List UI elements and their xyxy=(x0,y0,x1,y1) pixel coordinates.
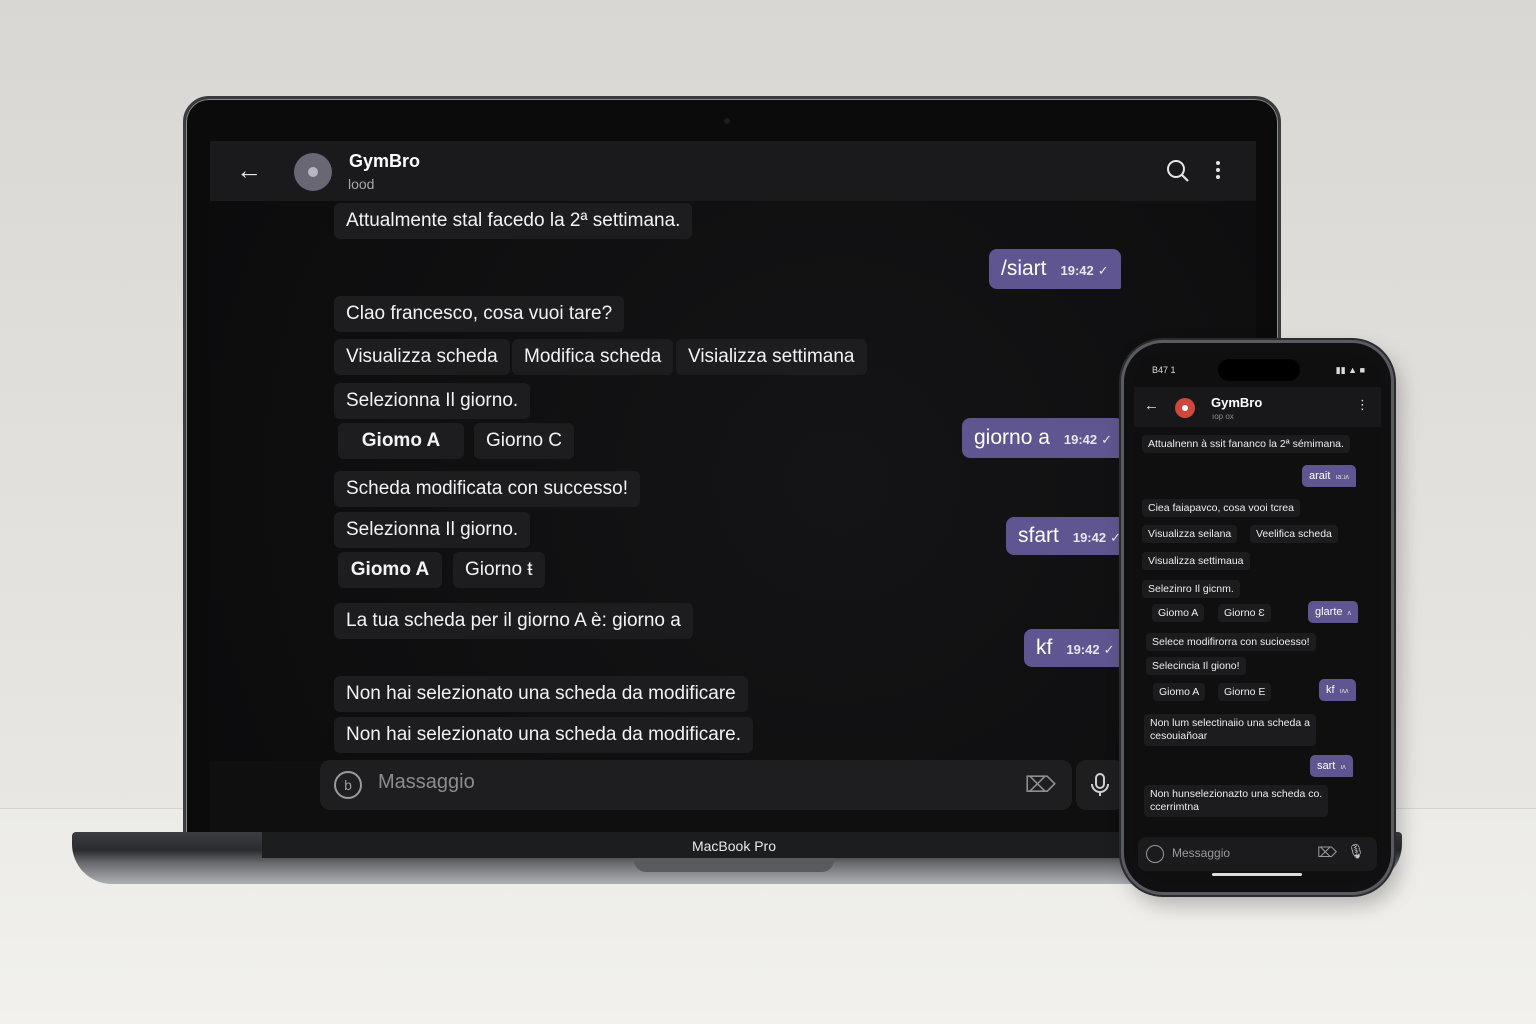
message-time: 19:42 xyxy=(1066,642,1100,657)
incoming-message: Non hai selezionato una scheda da modifi… xyxy=(334,717,754,753)
outgoing-message: sfart 19:42 ✓ xyxy=(1006,517,1133,555)
incoming-message: Clao francesco, cosa vuoi tare? xyxy=(334,296,625,332)
inline-button-giorno-c[interactable]: Giorno C xyxy=(474,423,575,459)
message-list: Attualmente stal facedo la 2ª settimana.… xyxy=(210,201,1256,761)
chat-title: GymBro xyxy=(1211,395,1263,410)
microphone-icon[interactable]: 🎙 xyxy=(1347,843,1365,860)
outgoing-message: glarte ʌ xyxy=(1308,601,1359,623)
home-indicator xyxy=(1212,873,1302,876)
inline-button[interactable]: Veelifica scheda xyxy=(1250,525,1338,543)
inline-button[interactable]: Giorno E xyxy=(1218,683,1272,701)
message-text: sfart xyxy=(1018,524,1059,547)
microphone-button[interactable] xyxy=(1076,760,1124,810)
attach-icon[interactable]: ⌦ xyxy=(1317,844,1337,861)
inline-button[interactable]: Giorno Ɛ xyxy=(1218,604,1271,622)
inline-button-giorno-a[interactable]: Giomo A xyxy=(338,552,442,588)
inline-button-visualizza-scheda[interactable]: Visualizza scheda xyxy=(334,339,510,375)
outgoing-message: /siart 19:42 ✓ xyxy=(989,249,1121,289)
avatar[interactable] xyxy=(1175,398,1195,418)
message-text: giorno a xyxy=(974,426,1050,449)
camera xyxy=(724,118,730,124)
dynamic-island xyxy=(1218,359,1300,381)
outgoing-message: giorno a 19:42 ✓ xyxy=(962,418,1125,458)
phone-screen: B47 1 ▮▮ ▲ ■ ← GymBro ıop ox ⋮ Attualnen… xyxy=(1134,353,1381,882)
incoming-message: Selezinro Il gicnm. xyxy=(1142,580,1240,598)
incoming-message: La tua scheda per il giorno A è: giorno … xyxy=(334,603,693,639)
inline-button-visualizza-settimana[interactable]: Visializza settimana xyxy=(676,339,867,375)
sticker-icon[interactable]: b xyxy=(334,771,362,799)
inline-button[interactable]: Visualizza seilana xyxy=(1142,525,1238,543)
laptop-brand-label: MacBook Pro xyxy=(691,838,777,854)
outgoing-message: sart ıʌ xyxy=(1310,755,1353,777)
laptop-screen: ← GymBro lood Attualmente stal facedo la… xyxy=(210,141,1256,833)
inline-button[interactable]: Giomo A xyxy=(1152,604,1205,622)
message-time: ıa:ɹʌ xyxy=(1335,474,1350,481)
message-text: arait xyxy=(1309,470,1331,482)
chat-subtitle: ıop ox xyxy=(1212,412,1234,421)
more-menu-icon[interactable]: ⋮ xyxy=(1356,397,1369,413)
incoming-message: Non lum selectinaiio una scheda a cesouia… xyxy=(1144,714,1316,746)
read-check-icon: ✓ xyxy=(1110,530,1121,545)
phone-chat-header: ← GymBro ıop ox ⋮ xyxy=(1134,387,1381,427)
read-check-icon: ✓ xyxy=(1103,642,1115,657)
message-time: 19:42 xyxy=(1072,530,1107,545)
status-time: B47 1 xyxy=(1152,365,1176,375)
outgoing-message: kf ıʌʌ xyxy=(1319,679,1356,701)
message-time: ʌ xyxy=(1347,610,1352,617)
message-composer[interactable]: Messaggio ⌦ 🎙 xyxy=(1138,837,1377,871)
chat-subtitle: lood xyxy=(348,176,375,192)
incoming-message: Selece modifirorra con sucioesso! xyxy=(1146,633,1316,651)
attach-icon[interactable]: ⌦ xyxy=(1025,772,1056,798)
sticker-icon[interactable] xyxy=(1146,845,1164,863)
message-time: 19:42 xyxy=(1063,432,1098,447)
incoming-message: Visualizza settimaua xyxy=(1142,552,1250,570)
inline-button[interactable]: Giomo A xyxy=(1153,683,1206,701)
status-icons: ▮▮ ▲ ■ xyxy=(1335,365,1365,375)
incoming-message: Attualmente stal facedo la 2ª settimana. xyxy=(334,203,693,239)
inline-button-giorno-e[interactable]: Giorno ŧ xyxy=(453,552,545,588)
message-text: glarte xyxy=(1315,606,1343,618)
message-text: kf xyxy=(1326,684,1335,696)
inline-button-modifica-scheda[interactable]: Modifica scheda xyxy=(512,339,674,375)
message-time: ıʌ xyxy=(1340,764,1346,771)
incoming-message: Selecincia Il giono! xyxy=(1146,657,1246,675)
avatar[interactable] xyxy=(294,153,332,191)
outgoing-message: kf 19:42 ✓ xyxy=(1024,629,1127,667)
incoming-message: Non hunselezionazto una scheda co. ccerri… xyxy=(1144,785,1329,817)
message-text: /siart xyxy=(1001,257,1047,280)
inline-button-giorno-a[interactable]: Giomo A xyxy=(338,423,464,459)
message-time: ıʌʌ xyxy=(1339,688,1349,695)
search-icon[interactable] xyxy=(1165,158,1191,184)
incoming-message: Attualnenn à ssit fananco la 2ª sémimana… xyxy=(1142,435,1350,453)
more-menu-icon[interactable] xyxy=(1210,158,1236,184)
message-text: sart xyxy=(1317,760,1336,772)
chat-header: ← GymBro lood xyxy=(210,141,1256,201)
outgoing-message: arait ıa:ɹʌ xyxy=(1302,465,1357,487)
microphone-icon xyxy=(1091,773,1109,796)
chat-title: GymBro xyxy=(349,151,421,171)
message-input[interactable]: Messaggio xyxy=(1172,846,1230,860)
incoming-message: Non hai selezionato una scheda da modifi… xyxy=(334,676,748,712)
back-arrow-icon[interactable]: ← xyxy=(236,157,262,183)
message-input[interactable]: Massaggio xyxy=(378,771,475,794)
back-arrow-icon[interactable]: ← xyxy=(1144,397,1159,414)
incoming-message: Selezionna Il giorno. xyxy=(334,512,531,548)
read-check-icon: ✓ xyxy=(1097,263,1109,278)
read-check-icon: ✓ xyxy=(1101,432,1113,447)
incoming-message: Scheda modificata con successo! xyxy=(334,471,640,507)
message-text: kf xyxy=(1036,636,1053,659)
message-composer[interactable]: b Massaggio ⌦ xyxy=(320,760,1072,810)
incoming-message: Selezionna Il giorno. xyxy=(334,383,531,419)
incoming-message: Ciea faiapavco, cosa vooi tcrea xyxy=(1142,499,1300,517)
phone: B47 1 ▮▮ ▲ ■ ← GymBro ıop ox ⋮ Attualnen… xyxy=(1121,340,1394,895)
laptop-notch xyxy=(634,858,834,872)
message-time: 19:42 xyxy=(1060,263,1094,278)
